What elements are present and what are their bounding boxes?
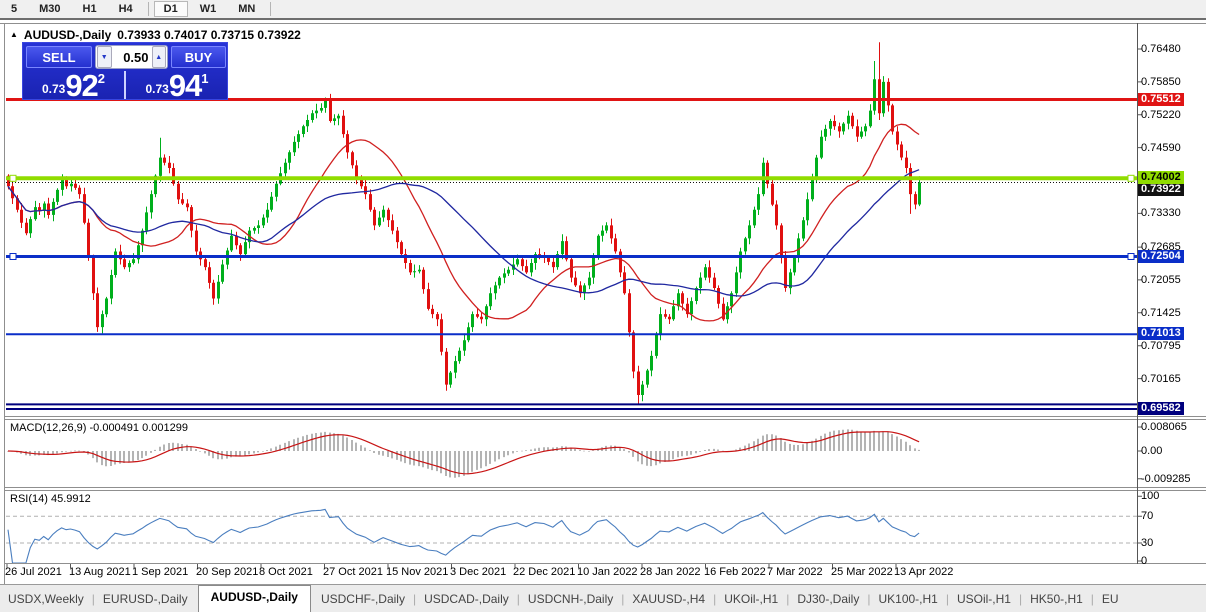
macd-name: MACD(12,26,9): [10, 422, 87, 434]
one-click-trading-panel: SELL ▼ ▲ BUY 0.73 92 2 0.73 94 1: [22, 42, 228, 103]
date-label: 22 Dec 2021: [513, 566, 576, 578]
price-tick-label: 0.75850: [1141, 76, 1181, 88]
hline-handle[interactable]: [9, 174, 17, 182]
macd-label: MACD(12,26,9) -0.000491 0.001299: [10, 422, 188, 434]
hline-handle[interactable]: [1127, 174, 1135, 182]
date-label: 8 Oct 2021: [259, 566, 313, 578]
date-label: 1 Sep 2021: [132, 566, 189, 578]
date-label: 15 Nov 2021: [386, 566, 449, 578]
volume-input[interactable]: [112, 48, 151, 66]
sell-price-pipette: 2: [97, 71, 106, 86]
buy-price-big: 94: [168, 68, 202, 103]
timeframe-button-h4[interactable]: H4: [109, 1, 143, 17]
buy-price-pipette: 1: [201, 71, 209, 86]
toolbar-separator: [270, 2, 272, 16]
symbol-period-label: AUDUSD-,Daily: [23, 28, 112, 42]
macd-histogram: [7, 429, 920, 478]
price-line-badge: 0.73922: [1138, 183, 1184, 196]
sell-price-small: 0.73: [41, 82, 66, 96]
toolbar-divider: [0, 18, 1206, 20]
date-label: 7 Mar 2022: [767, 566, 823, 578]
price-tick-label: 0.71425: [1141, 307, 1181, 319]
date-label: 27 Oct 2021: [323, 566, 383, 578]
price-tick-label: 0.70795: [1141, 340, 1181, 352]
price-tick-label: 0.75220: [1141, 109, 1181, 121]
price-tick-label: 0.70165: [1141, 373, 1181, 385]
price-line-badge: 0.71013: [1138, 327, 1184, 340]
chart-tab-eurusddaily[interactable]: EURUSD-,Daily: [95, 588, 196, 612]
date-label: 16 Feb 2022: [704, 566, 766, 578]
timeframe-button-h1[interactable]: H1: [73, 1, 107, 17]
sell-price-big: 92: [65, 68, 98, 103]
date-label: 3 Dec 2021: [450, 566, 507, 578]
chart-expand-icon[interactable]: ▲: [10, 31, 18, 39]
price-tick-label: 0.76480: [1141, 43, 1181, 55]
rsi-tick-label: 0: [1141, 555, 1148, 567]
ohlc-quote-values: 0.73933 0.74017 0.73715 0.73922: [117, 28, 301, 42]
macd-layer: [7, 429, 920, 478]
date-label: 13 Aug 2021: [69, 566, 131, 578]
sell-price[interactable]: 0.73 92 2: [23, 68, 124, 103]
date-label: 10 Jan 2022: [577, 566, 638, 578]
price-tick-label: 0.72055: [1141, 274, 1181, 286]
timeframe-button-mn[interactable]: MN: [228, 1, 265, 17]
volume-box: ▼ ▲: [95, 45, 168, 69]
rsi-line: [7, 508, 920, 563]
chart-tab-ukoilh1[interactable]: UKOil-,H1: [716, 588, 786, 612]
timeframe-button-w1[interactable]: W1: [190, 1, 227, 17]
terminal-window: 5 M30 H1 H4 D1 W1 MN ▲ AUDUSD-,Daily 0.73933 0…: [0, 0, 1206, 612]
timeframe-button-d1[interactable]: D1: [153, 1, 188, 17]
chart-tab-uk100h1[interactable]: UK100-,H1: [870, 588, 945, 612]
date-label: 26 Jul 2021: [5, 566, 62, 578]
chart-tab-bar: USDX,Weekly | EURUSD-,Daily AUDUSD-,Daily US…: [0, 584, 1206, 612]
chart-tab-usdchfdaily[interactable]: USDCHF-,Daily: [313, 588, 413, 612]
timeframe-toolbar: 5 M30 H1 H4 D1 W1 MN: [0, 0, 1206, 18]
buy-price[interactable]: 0.73 94 1: [127, 68, 227, 103]
sell-button[interactable]: SELL: [26, 46, 92, 68]
rsi-tick-label: 70: [1141, 510, 1154, 522]
price-tick-label: 0.74590: [1141, 142, 1181, 154]
price-line-badge: 0.74002: [1138, 171, 1184, 184]
date-label: 28 Jan 2022: [640, 566, 701, 578]
chart-tab-usdxweekly[interactable]: USDX,Weekly: [0, 588, 92, 612]
axis-ticks: [6, 48, 1142, 568]
moving-average-20: [7, 123, 920, 322]
volume-increase-button[interactable]: ▲: [151, 46, 166, 68]
price-line-badge: 0.75512: [1138, 93, 1184, 106]
chart-tab-usdcaddaily[interactable]: USDCAD-,Daily: [416, 588, 517, 612]
chart-tab-eu[interactable]: EU: [1094, 588, 1127, 612]
macd-tick-label: 0.008065: [1141, 421, 1187, 433]
buy-button[interactable]: BUY: [171, 46, 226, 68]
macd-values: -0.000491 0.001299: [89, 422, 188, 434]
price-divider: [124, 71, 126, 99]
price-line-badge: 0.69582: [1138, 402, 1184, 415]
macd-tick-label: -0.009285: [1141, 473, 1191, 485]
rsi-label: RSI(14) 45.9912: [10, 493, 91, 505]
chart-tab-dj30daily[interactable]: DJ30-,Daily: [789, 588, 867, 612]
toolbar-separator: [147, 2, 149, 16]
chart-tab-hk50h1[interactable]: HK50-,H1: [1022, 588, 1091, 612]
date-label: 25 Mar 2022: [831, 566, 893, 578]
rsi-value: 45.9912: [50, 493, 91, 505]
macd-tick-label: 0.00: [1141, 445, 1163, 457]
rsi-tick-label: 30: [1141, 537, 1154, 549]
chart-tab-xauusdh4[interactable]: XAUUSD-,H4: [624, 588, 713, 612]
price-line-badge: 0.72504: [1138, 250, 1184, 263]
date-label: 20 Sep 2021: [196, 566, 259, 578]
hline-handle[interactable]: [9, 253, 17, 260]
timeframe-button-5[interactable]: 5: [1, 1, 27, 17]
rsi-name: RSI(14): [10, 493, 48, 505]
chart-title: ▲ AUDUSD-,Daily 0.73933 0.74017 0.73715 …: [10, 28, 301, 42]
rsi-tick-label: 100: [1141, 490, 1160, 502]
chart-tab-audusddaily[interactable]: AUDUSD-,Daily: [197, 585, 311, 612]
timeframe-button-m30[interactable]: M30: [29, 1, 70, 17]
chart-tab-usoilh1[interactable]: USOil-,H1: [949, 588, 1019, 612]
date-label: 13 Apr 2022: [894, 566, 954, 578]
chart-tab-usdcnhdaily[interactable]: USDCNH-,Daily: [520, 588, 621, 612]
hline-handle[interactable]: [1127, 253, 1135, 260]
buy-price-small: 0.73: [145, 82, 169, 96]
price-tick-label: 0.73330: [1141, 207, 1181, 219]
volume-decrease-button[interactable]: ▼: [97, 46, 112, 68]
